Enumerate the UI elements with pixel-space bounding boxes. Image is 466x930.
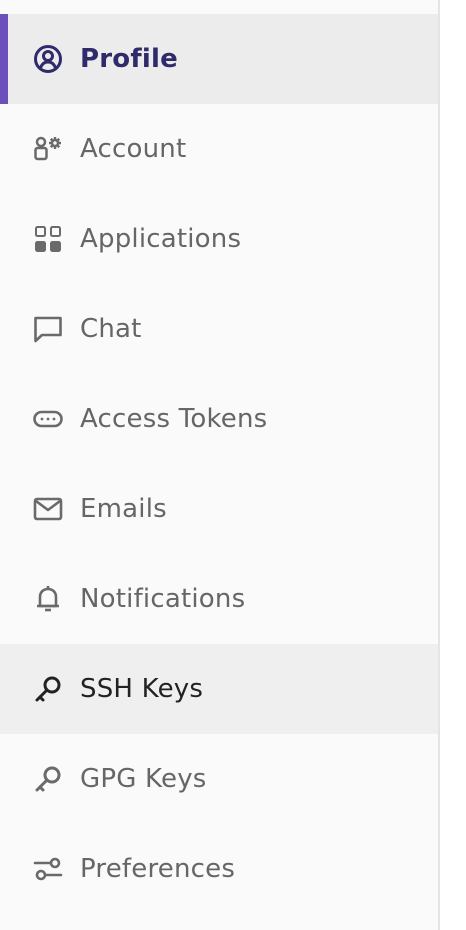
sidebar-item-account[interactable]: Account bbox=[0, 104, 438, 194]
sidebar-item-label: Notifications bbox=[80, 584, 246, 614]
sidebar-item-emails[interactable]: Emails bbox=[0, 464, 438, 554]
settings-sidebar: Profile Account Applications Chat Access… bbox=[0, 0, 440, 930]
sidebar-item-label: Profile bbox=[80, 44, 178, 74]
preferences-icon bbox=[32, 853, 64, 885]
sidebar-item-label: SSH Keys bbox=[80, 674, 204, 704]
sidebar-item-preferences[interactable]: Preferences bbox=[0, 824, 438, 914]
profile-icon bbox=[32, 43, 64, 75]
sidebar-item-access-tokens[interactable]: Access Tokens bbox=[0, 374, 438, 464]
sidebar-item-gpg-keys[interactable]: GPG Keys bbox=[0, 734, 438, 824]
bell-icon bbox=[32, 583, 64, 615]
sidebar-item-label: Emails bbox=[80, 494, 167, 524]
key-icon bbox=[32, 673, 64, 705]
sidebar-item-label: Preferences bbox=[80, 854, 236, 884]
sidebar-item-ssh-keys[interactable]: SSH Keys bbox=[0, 644, 438, 734]
key-icon bbox=[32, 763, 64, 795]
mail-icon bbox=[32, 493, 64, 525]
sidebar-item-label: Chat bbox=[80, 314, 142, 344]
chat-icon bbox=[32, 313, 64, 345]
account-icon bbox=[32, 133, 64, 165]
sidebar-item-profile[interactable]: Profile bbox=[0, 14, 438, 104]
sidebar-item-label: GPG Keys bbox=[80, 764, 207, 794]
sidebar-item-label: Access Tokens bbox=[80, 404, 268, 434]
applications-icon bbox=[32, 223, 64, 255]
sidebar-item-chat[interactable]: Chat bbox=[0, 284, 438, 374]
sidebar-item-label: Applications bbox=[80, 224, 242, 254]
sidebar-item-label: Account bbox=[80, 134, 187, 164]
token-icon bbox=[32, 403, 64, 435]
sidebar-item-applications[interactable]: Applications bbox=[0, 194, 438, 284]
sidebar-item-notifications[interactable]: Notifications bbox=[0, 554, 438, 644]
